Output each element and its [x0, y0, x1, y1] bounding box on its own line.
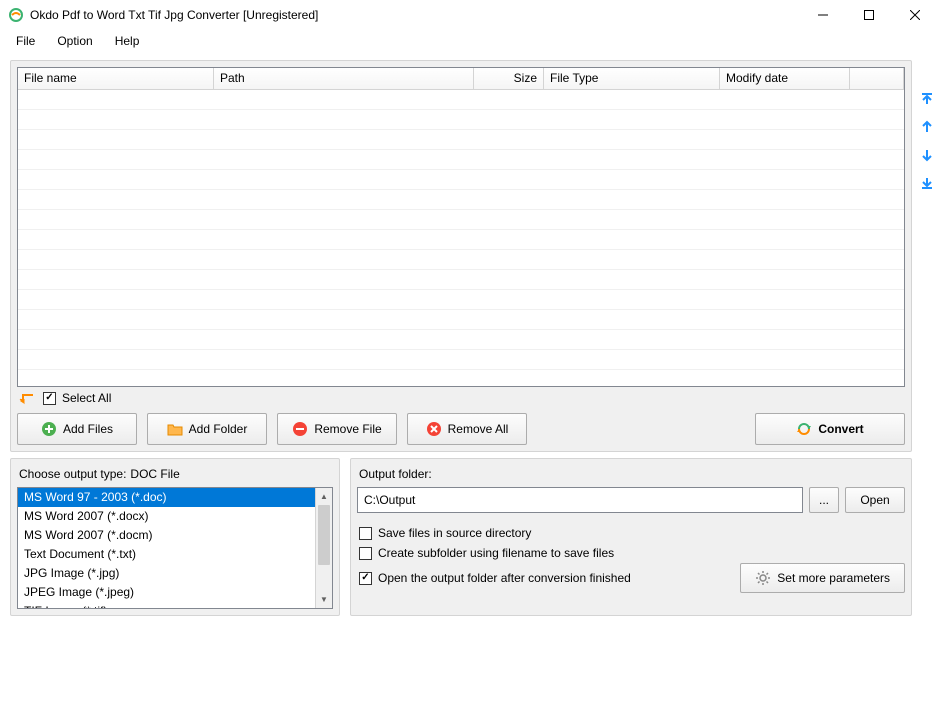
col-filename[interactable]: File name	[18, 68, 214, 89]
col-filetype[interactable]: File Type	[544, 68, 720, 89]
col-size[interactable]: Size	[474, 68, 544, 89]
menu-option[interactable]: Option	[47, 32, 102, 50]
maximize-button[interactable]	[846, 0, 892, 30]
list-item[interactable]: MS Word 2007 (*.docm)	[18, 526, 315, 545]
minus-icon	[292, 421, 308, 437]
output-type-label: Choose output type:	[19, 467, 126, 481]
col-modifydate[interactable]: Modify date	[720, 68, 850, 89]
list-item[interactable]: Text Document (*.txt)	[18, 545, 315, 564]
close-button[interactable]	[892, 0, 938, 30]
output-type-panel: Choose output type: DOC File MS Word 97 …	[10, 458, 340, 616]
menu-file[interactable]: File	[6, 32, 45, 50]
output-type-listbox[interactable]: MS Word 97 - 2003 (*.doc) MS Word 2007 (…	[18, 488, 315, 608]
browse-button[interactable]: ...	[809, 487, 839, 513]
file-toolbar: Add Files Add Folder Remove File Remove …	[17, 413, 905, 445]
open-after-label: Open the output folder after conversion …	[378, 571, 631, 585]
list-item[interactable]: MS Word 2007 (*.docx)	[18, 507, 315, 526]
create-subfolder-checkbox[interactable]	[359, 547, 372, 560]
gear-icon	[755, 570, 771, 586]
output-folder-label: Output folder:	[359, 467, 432, 481]
scroll-down-arrow[interactable]: ▼	[316, 591, 332, 608]
convert-icon	[796, 421, 812, 437]
save-source-label: Save files in source directory	[378, 526, 531, 540]
output-folder-panel: Output folder: ... Open Save files in so…	[350, 458, 912, 616]
convert-button[interactable]: Convert	[755, 413, 905, 445]
file-table[interactable]: File name Path Size File Type Modify dat…	[17, 67, 905, 387]
list-item[interactable]: JPEG Image (*.jpeg)	[18, 583, 315, 602]
save-source-checkbox[interactable]	[359, 527, 372, 540]
menu-help[interactable]: Help	[105, 32, 150, 50]
table-header: File name Path Size File Type Modify dat…	[18, 68, 904, 90]
return-icon	[19, 391, 37, 405]
titlebar: Okdo Pdf to Word Txt Tif Jpg Converter […	[0, 0, 940, 30]
select-all-checkbox[interactable]	[43, 392, 56, 405]
add-folder-button[interactable]: Add Folder	[147, 413, 267, 445]
col-empty[interactable]	[850, 68, 904, 89]
file-list-panel: File name Path Size File Type Modify dat…	[10, 60, 912, 452]
minimize-button[interactable]	[800, 0, 846, 30]
open-after-checkbox[interactable]	[359, 572, 372, 585]
col-path[interactable]: Path	[214, 68, 474, 89]
remove-file-button[interactable]: Remove File	[277, 413, 397, 445]
window-title: Okdo Pdf to Word Txt Tif Jpg Converter […	[30, 8, 800, 22]
add-files-button[interactable]: Add Files	[17, 413, 137, 445]
scroll-thumb[interactable]	[318, 505, 330, 565]
list-item[interactable]: MS Word 97 - 2003 (*.doc)	[18, 488, 315, 507]
create-subfolder-label: Create subfolder using filename to save …	[378, 546, 614, 560]
list-item[interactable]: JPG Image (*.jpg)	[18, 564, 315, 583]
listbox-scrollbar[interactable]: ▲ ▼	[315, 488, 332, 608]
open-folder-button[interactable]: Open	[845, 487, 905, 513]
remove-all-button[interactable]: Remove All	[407, 413, 527, 445]
menubar: File Option Help	[0, 30, 940, 52]
folder-icon	[167, 421, 183, 437]
scroll-up-arrow[interactable]: ▲	[316, 488, 332, 505]
output-folder-input[interactable]	[357, 487, 803, 513]
output-type-value: DOC File	[130, 467, 179, 481]
table-body[interactable]	[18, 90, 904, 386]
set-parameters-button[interactable]: Set more parameters	[740, 563, 905, 593]
select-all-label: Select All	[62, 391, 111, 405]
x-icon	[426, 421, 442, 437]
list-item[interactable]: TIF Image (*.tif)	[18, 602, 315, 608]
plus-icon	[41, 421, 57, 437]
app-icon	[8, 7, 24, 23]
